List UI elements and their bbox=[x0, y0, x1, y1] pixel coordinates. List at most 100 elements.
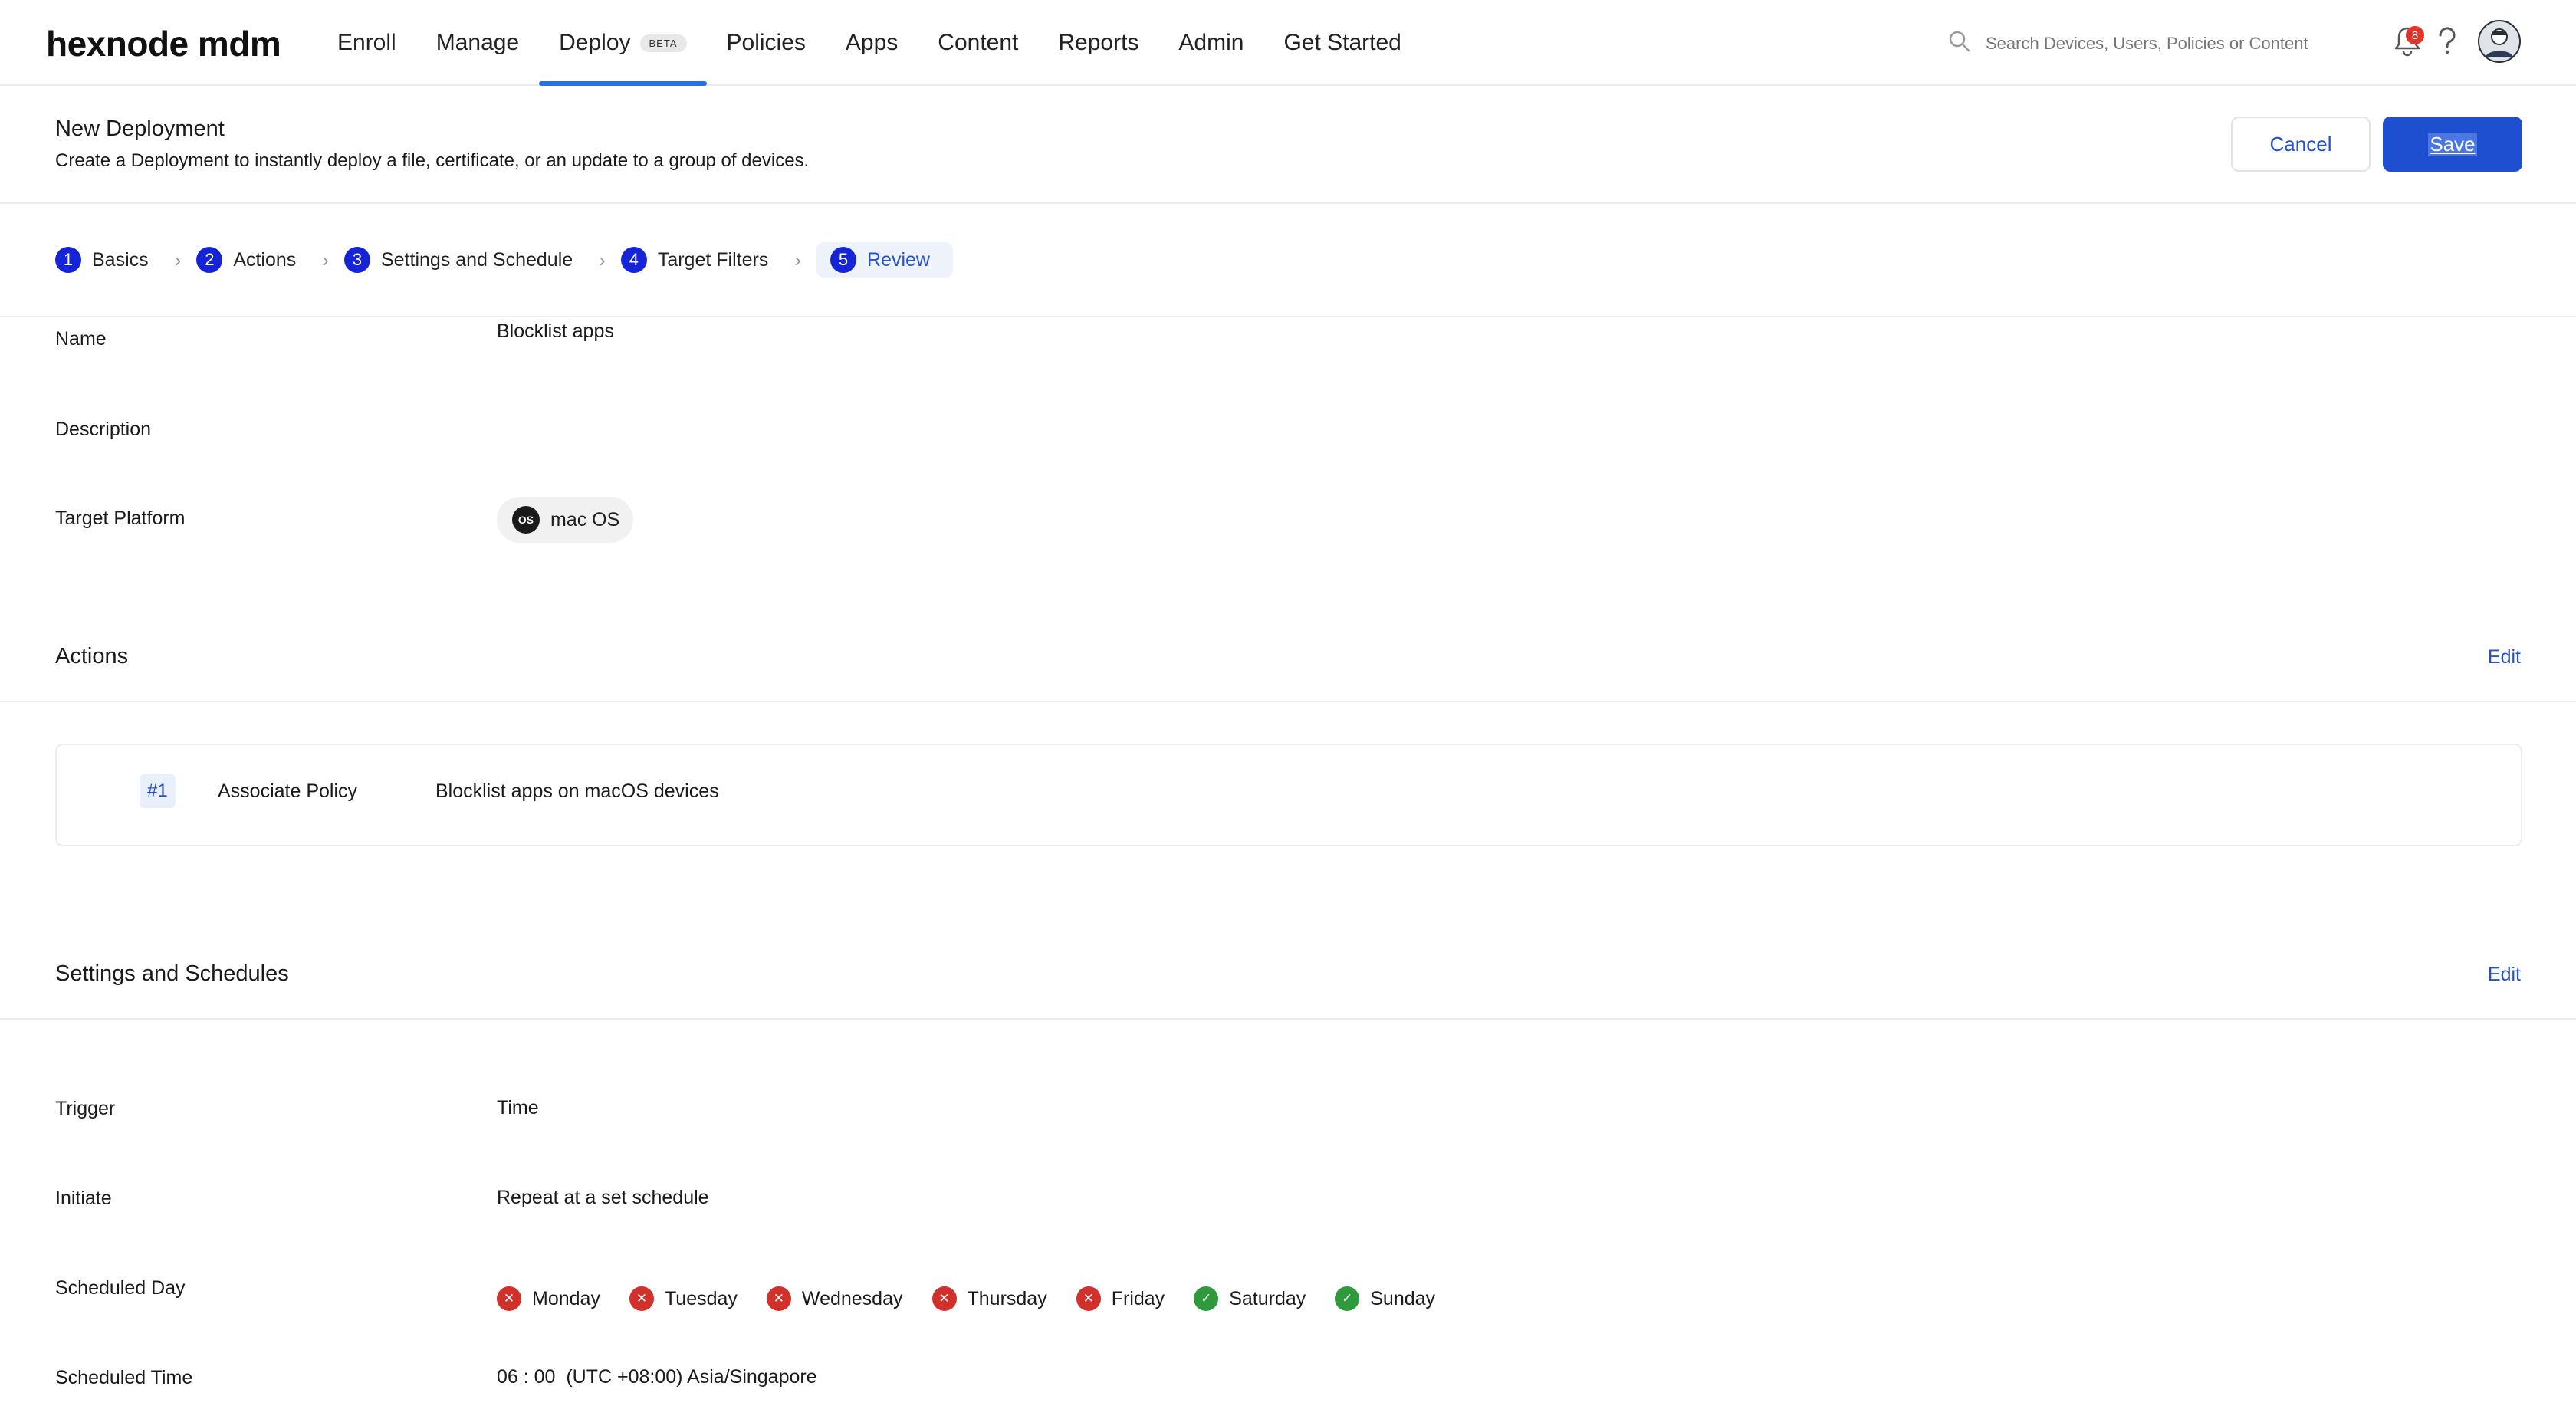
description-label: Description bbox=[55, 419, 152, 440]
step-basics[interactable]: 1 Basics bbox=[55, 242, 149, 278]
day-saturday: ✓ Saturday bbox=[1194, 1286, 1306, 1311]
step-number: 5 bbox=[830, 247, 856, 273]
step-label: Review bbox=[866, 248, 930, 271]
name-label: Name bbox=[55, 328, 107, 350]
day-tuesday: ✕ Tuesday bbox=[629, 1286, 738, 1311]
save-button-label: Save bbox=[2428, 132, 2477, 156]
step-target-filters[interactable]: 4 Target Filters bbox=[620, 242, 769, 278]
day-label: Thursday bbox=[967, 1287, 1047, 1309]
nav-enroll[interactable]: Enroll bbox=[317, 0, 416, 86]
nav-manage-label: Manage bbox=[435, 30, 520, 55]
trigger-value: Time bbox=[497, 1097, 539, 1119]
chevron-right-icon: › bbox=[174, 248, 182, 271]
action-number-badge: #1 bbox=[140, 774, 176, 808]
platform-chip: OS mac OS bbox=[497, 497, 634, 543]
day-friday: ✕ Friday bbox=[1076, 1286, 1165, 1311]
initiate-label: Initiate bbox=[55, 1188, 112, 1209]
actions-edit-link[interactable]: Edit bbox=[2488, 646, 2521, 669]
step-number: 4 bbox=[620, 247, 647, 273]
actions-section-title: Actions bbox=[55, 644, 129, 669]
day-label: Wednesday bbox=[801, 1287, 903, 1309]
target-platform-label: Target Platform bbox=[55, 508, 186, 529]
cross-icon: ✕ bbox=[1076, 1286, 1101, 1311]
chevron-right-icon: › bbox=[322, 248, 329, 271]
day-sunday: ✓ Sunday bbox=[1335, 1286, 1435, 1311]
step-label: Target Filters bbox=[657, 248, 769, 271]
nav-admin[interactable]: Admin bbox=[1158, 0, 1263, 86]
user-avatar-button[interactable] bbox=[2478, 19, 2521, 67]
scheduled-time-label: Scheduled Time bbox=[55, 1367, 193, 1388]
platform-value: mac OS bbox=[550, 508, 620, 531]
settings-divider bbox=[0, 1018, 2576, 1020]
nav-enroll-label: Enroll bbox=[337, 30, 396, 55]
nav-get-started[interactable]: Get Started bbox=[1263, 0, 1421, 86]
day-monday: ✕ Monday bbox=[497, 1286, 600, 1311]
timezone-value: (UTC +08:00) Asia/Singapore bbox=[566, 1366, 817, 1388]
step-label: Basics bbox=[92, 248, 149, 271]
trigger-label: Trigger bbox=[55, 1098, 116, 1119]
settings-section-title: Settings and Schedules bbox=[55, 961, 289, 986]
step-review[interactable]: 5 Review bbox=[816, 242, 953, 278]
step-settings-and-schedule[interactable]: 3 Settings and Schedule bbox=[343, 242, 573, 278]
nav-content-label: Content bbox=[938, 30, 1019, 55]
actions-divider bbox=[0, 701, 2576, 702]
page-title: New Deployment bbox=[55, 117, 225, 141]
chevron-right-icon: › bbox=[794, 248, 801, 271]
cross-icon: ✕ bbox=[497, 1286, 521, 1311]
nav-policies-label: Policies bbox=[726, 30, 806, 55]
settings-edit-link[interactable]: Edit bbox=[2488, 964, 2521, 986]
hexnode-logo[interactable]: hexnode mdm bbox=[46, 23, 281, 64]
beta-badge: BETA bbox=[639, 34, 687, 52]
avatar-icon bbox=[2478, 19, 2521, 67]
day-label: Sunday bbox=[1370, 1287, 1436, 1309]
cross-icon: ✕ bbox=[766, 1286, 791, 1311]
step-number: 2 bbox=[196, 247, 223, 273]
search-icon bbox=[1947, 29, 1972, 57]
name-value: Blocklist apps bbox=[497, 320, 614, 342]
chevron-right-icon: › bbox=[599, 248, 606, 271]
notifications-button[interactable]: 8 bbox=[2387, 23, 2427, 63]
nav-manage[interactable]: Manage bbox=[416, 0, 539, 86]
time-value: 06 : 00 bbox=[497, 1366, 556, 1388]
wizard-stepper: 1 Basics › 2 Actions › 3 Settings and Sc… bbox=[55, 242, 953, 278]
nav-get-started-label: Get Started bbox=[1283, 30, 1401, 55]
check-icon: ✓ bbox=[1335, 1286, 1360, 1311]
save-button[interactable]: Save bbox=[2383, 117, 2522, 172]
scheduled-day-label: Scheduled Day bbox=[55, 1277, 186, 1299]
day-label: Tuesday bbox=[664, 1287, 738, 1309]
macos-icon: OS bbox=[512, 506, 540, 534]
question-mark-icon bbox=[2436, 26, 2459, 61]
nav-content[interactable]: Content bbox=[918, 0, 1038, 86]
step-number: 3 bbox=[343, 247, 370, 273]
day-wednesday: ✕ Wednesday bbox=[766, 1286, 903, 1311]
search-input[interactable] bbox=[1986, 33, 2369, 54]
nav-deploy[interactable]: Deploy BETA bbox=[539, 0, 707, 86]
nav-admin-label: Admin bbox=[1178, 30, 1244, 55]
action-type: Associate Policy bbox=[218, 780, 358, 802]
cross-icon: ✕ bbox=[932, 1286, 957, 1311]
help-button[interactable] bbox=[2427, 23, 2467, 63]
step-label: Actions bbox=[233, 248, 297, 271]
action-card: #1 Associate Policy Blocklist apps on ma… bbox=[55, 744, 2522, 846]
action-description: Blocklist apps on macOS devices bbox=[435, 780, 719, 802]
step-actions[interactable]: 2 Actions bbox=[196, 242, 296, 278]
global-search[interactable] bbox=[1947, 29, 2369, 57]
nav-reports[interactable]: Reports bbox=[1038, 0, 1158, 86]
initiate-value: Repeat at a set schedule bbox=[497, 1187, 709, 1208]
cancel-button[interactable]: Cancel bbox=[2231, 117, 2371, 172]
stepper-divider bbox=[0, 316, 2576, 317]
scheduled-days-list: ✕ Monday ✕ Tuesday ✕ Wednesday ✕ Thursday ✕ F… bbox=[497, 1286, 1464, 1311]
day-label: Monday bbox=[532, 1287, 600, 1309]
scheduled-time-value: 06 : 00 (UTC +08:00) Asia/Singapore bbox=[497, 1366, 817, 1388]
step-number: 1 bbox=[55, 247, 81, 273]
nav-apps[interactable]: Apps bbox=[826, 0, 918, 86]
main-nav: Enroll Manage Deploy BETA Policies Apps C… bbox=[317, 0, 1421, 86]
cross-icon: ✕ bbox=[629, 1286, 654, 1311]
day-label: Saturday bbox=[1229, 1287, 1306, 1309]
day-label: Friday bbox=[1111, 1287, 1165, 1309]
nav-deploy-label: Deploy bbox=[559, 30, 631, 55]
header-divider bbox=[0, 202, 2576, 204]
nav-policies[interactable]: Policies bbox=[707, 0, 826, 86]
nav-reports-label: Reports bbox=[1058, 30, 1139, 55]
page-subtitle: Create a Deployment to instantly deploy … bbox=[55, 150, 810, 171]
